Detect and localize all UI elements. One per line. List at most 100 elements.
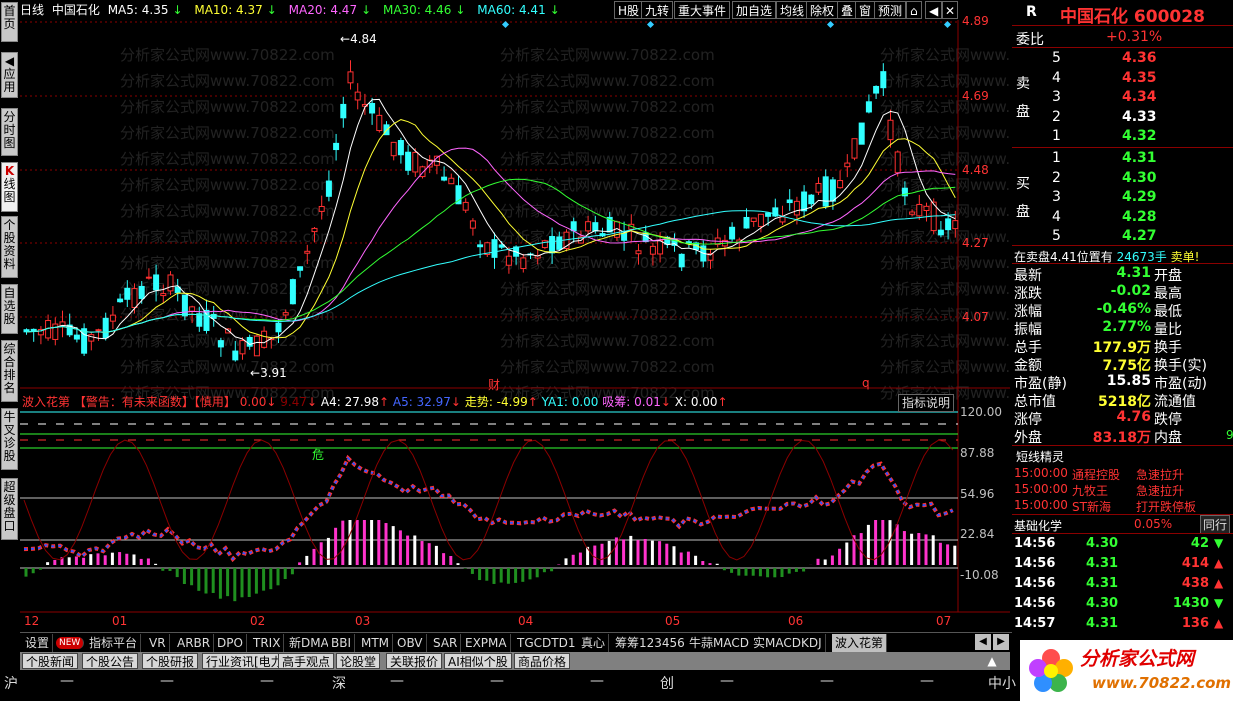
cy-index-label[interactable]: 创 bbox=[660, 673, 674, 693]
indicator-help-button[interactable]: 指标说明 bbox=[898, 394, 955, 412]
sidebar-tab-home[interactable]: 首页 bbox=[1, 2, 18, 42]
candle-body bbox=[657, 239, 664, 255]
tick-volume: 136 bbox=[1181, 616, 1209, 631]
genie-time: 15:00:00 bbox=[1014, 482, 1068, 496]
kline-chart[interactable]: 分析家公式网www.70822.com 分析家公式网www.70822.com 分析… bbox=[20, 20, 1010, 632]
indicator-tab[interactable]: 实MACDKDJ bbox=[750, 634, 826, 652]
info-tab[interactable]: 关联报价 bbox=[386, 653, 443, 669]
candle-body bbox=[131, 288, 138, 309]
close-icon[interactable]: ✕ bbox=[942, 1, 958, 19]
indicator-tab[interactable]: MTM bbox=[358, 634, 394, 652]
stat-value: 7.75亿 bbox=[1102, 358, 1151, 374]
scroll-right-icon[interactable]: ▶ bbox=[993, 634, 1009, 650]
flower-logo-icon bbox=[1029, 649, 1073, 692]
sh-index-label[interactable]: 沪 bbox=[4, 673, 18, 693]
candle-body bbox=[801, 191, 808, 212]
candle-body bbox=[505, 255, 512, 266]
indicator-tab[interactable]: 指标平台 bbox=[86, 634, 142, 652]
sz-index-label[interactable]: 深 bbox=[332, 673, 346, 693]
lock-icon[interactable]: ⌂ bbox=[906, 1, 922, 19]
indicator-tab[interactable]: SAR bbox=[430, 634, 462, 652]
sound-icon[interactable]: ◀ bbox=[925, 1, 943, 19]
candle-body bbox=[952, 220, 959, 230]
sidebar-tab-apps[interactable]: ◀应用 bbox=[1, 52, 18, 98]
info-tab[interactable]: 商品价格 bbox=[514, 653, 571, 669]
indicator-tab[interactable]: TRIX bbox=[250, 634, 285, 652]
logo-name: 分析家公式网 bbox=[1080, 648, 1195, 670]
peer-tab[interactable]: 同行 bbox=[1200, 515, 1231, 534]
candle-body bbox=[743, 216, 750, 229]
genie-stock[interactable]: ST新海 bbox=[1072, 498, 1111, 515]
info-tab[interactable]: 高手观点 bbox=[278, 653, 335, 669]
indicator-a5: A5: 32.97 bbox=[392, 395, 451, 409]
genie-stock[interactable]: 九牧王 bbox=[1072, 482, 1108, 499]
stat-value: 4.31 bbox=[1116, 265, 1151, 281]
major-events-button[interactable]: 重大事件 bbox=[674, 1, 731, 19]
finance-marker[interactable]: 财 bbox=[488, 376, 500, 393]
window-button[interactable]: 窗 bbox=[855, 1, 876, 19]
sector-label[interactable]: 基础化学 bbox=[1014, 517, 1062, 534]
indicator-tab[interactable]: EXPMA bbox=[462, 634, 511, 652]
indicator-tab[interactable]: 新DMA bbox=[286, 634, 333, 652]
sidebar-tab-timeshare[interactable]: 分时图 bbox=[1, 108, 18, 156]
candle-body bbox=[909, 211, 916, 215]
add-watchlist-button[interactable]: 加自选 bbox=[732, 1, 777, 19]
candle-body bbox=[138, 285, 145, 299]
indicator-tab[interactable]: 筹筹123456 bbox=[612, 634, 689, 652]
nine-turn-button[interactable]: 九转 bbox=[641, 1, 674, 19]
ma-button[interactable]: 均线 bbox=[776, 1, 809, 19]
buy-price: 4.29 bbox=[1122, 189, 1157, 205]
candle-body bbox=[462, 201, 469, 211]
watermark-text: 分析家公式网www.70822.com bbox=[120, 202, 335, 220]
genie-title[interactable]: 短线精灵 bbox=[1016, 448, 1064, 465]
candle-body bbox=[585, 221, 592, 232]
buy-price: 4.31 bbox=[1122, 150, 1157, 166]
stat-value: 177.9万 bbox=[1092, 340, 1151, 356]
info-tab[interactable]: 论股堂 bbox=[336, 653, 381, 669]
expand-icon[interactable]: ▲ bbox=[984, 653, 1000, 669]
sidebar-tab-diagnosis[interactable]: 牛叉诊股 bbox=[1, 408, 18, 470]
buy-price: 4.27 bbox=[1122, 228, 1157, 244]
sidebar-tab-ranking[interactable]: 综合排名 bbox=[1, 340, 18, 402]
indicator-tab[interactable]: 真心 bbox=[578, 634, 610, 652]
genie-stock[interactable]: 通程控股 bbox=[1072, 466, 1120, 483]
candle-body bbox=[217, 340, 224, 348]
sell-price: 4.35 bbox=[1122, 69, 1157, 86]
indicator-tab[interactable]: ARBR bbox=[174, 634, 215, 652]
indicator-tab[interactable]: TGCDTD1 bbox=[514, 634, 580, 652]
indicator-tab[interactable]: 设置 bbox=[22, 634, 54, 652]
ex-rights-button[interactable]: 除权 bbox=[806, 1, 839, 19]
watermark-text: 分析家公式网www.70822.com bbox=[500, 332, 715, 350]
hk-share-button[interactable]: H股 bbox=[614, 1, 644, 19]
indicator-tab[interactable]: VR bbox=[146, 634, 170, 652]
candle-body bbox=[469, 220, 476, 229]
candle-body bbox=[822, 176, 829, 207]
tick-price: 4.31 bbox=[1086, 616, 1119, 631]
candle-body bbox=[390, 141, 397, 157]
info-tab[interactable]: 个股新闻 bbox=[22, 653, 79, 669]
indicator-tab[interactable]: BBI bbox=[328, 634, 356, 652]
sidebar-tab-kline[interactable]: K线图 bbox=[1, 162, 18, 212]
forecast-button[interactable]: 预测 bbox=[874, 1, 907, 19]
candle-body bbox=[829, 179, 836, 202]
indicator-tab[interactable]: 牛蒜MACD bbox=[686, 634, 753, 652]
watermark-text: 分析家公式网www.70822.com bbox=[880, 98, 1010, 116]
sidebar-tab-stock-info[interactable]: 个股资料 bbox=[1, 216, 18, 278]
info-tab[interactable]: 个股公告 bbox=[82, 653, 139, 669]
sidebar-tab-watchlist[interactable]: 自选股 bbox=[1, 284, 18, 334]
indicator-tab[interactable]: DPO bbox=[214, 634, 247, 652]
candle-body bbox=[289, 279, 296, 305]
indicator-tab[interactable]: 波入花第 bbox=[832, 634, 888, 652]
sidebar-tab-super-panel[interactable]: 超级盘口 bbox=[1, 478, 18, 540]
sme-index-label[interactable]: 中小 bbox=[988, 673, 1016, 693]
stat-label: 最低 bbox=[1154, 304, 1182, 320]
overlay-button[interactable]: 叠 bbox=[837, 1, 858, 19]
info-tab[interactable]: 个股研报 bbox=[142, 653, 199, 669]
info-tab[interactable]: AI相似个股 bbox=[444, 653, 512, 669]
indicator-tab[interactable]: OBV bbox=[394, 634, 427, 652]
scroll-left-icon[interactable]: ◀ bbox=[975, 634, 991, 650]
indicator-tick: -10.08 bbox=[960, 568, 999, 582]
stat-label: 最高 bbox=[1154, 286, 1182, 302]
q-marker[interactable]: q bbox=[862, 376, 870, 390]
indicator-layer bbox=[20, 411, 958, 602]
